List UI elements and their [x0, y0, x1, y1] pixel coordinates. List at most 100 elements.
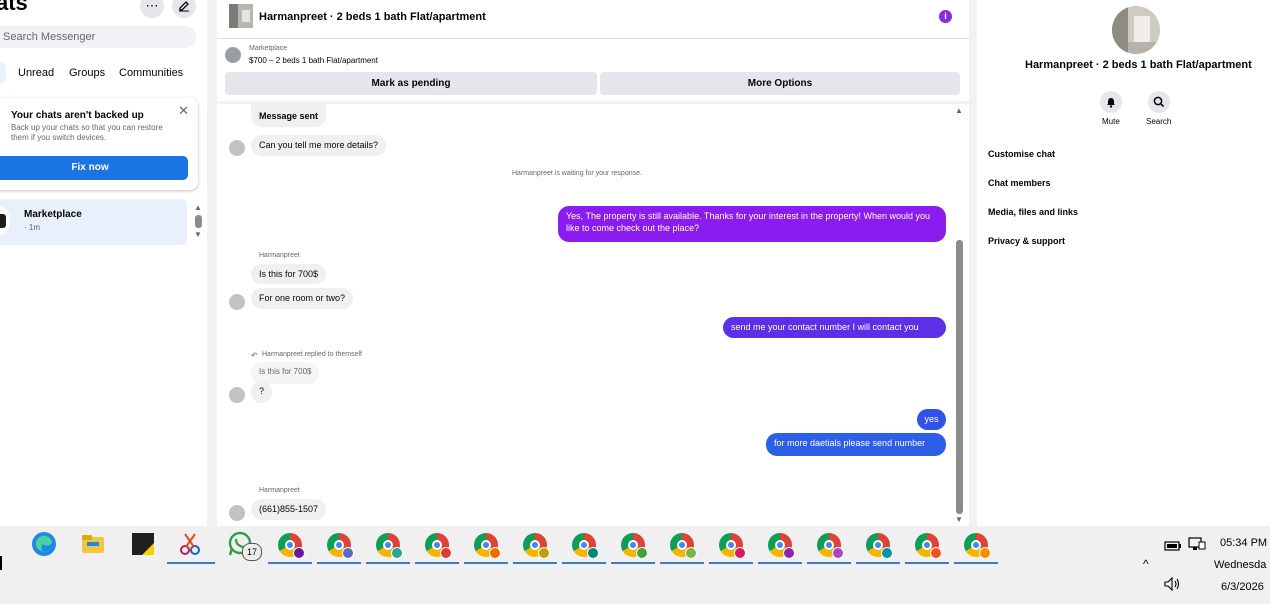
conversation-title[interactable]: Harmanpreet · 2 beds 1 bath Flat/apartme…: [259, 11, 486, 23]
avatar: [229, 294, 245, 310]
avatar: [229, 140, 245, 156]
chrome-icon[interactable]: [278, 533, 305, 559]
waiting-notice: Harmanpreet is waiting for your response…: [512, 170, 642, 177]
info-icon[interactable]: i: [939, 10, 952, 23]
chrome-icon[interactable]: [719, 533, 746, 559]
chrome-icon[interactable]: [621, 533, 648, 559]
marketplace-avatar-icon: [0, 207, 10, 235]
message-bubble-incoming[interactable]: Is this for 700$: [251, 264, 327, 284]
media-files-links-item[interactable]: Media, files and links: [988, 207, 1078, 217]
running-indicator: [464, 562, 508, 564]
mute-button[interactable]: [1100, 91, 1122, 113]
message-bubble-outgoing[interactable]: yes: [917, 409, 946, 430]
chrome-icon[interactable]: [523, 533, 550, 559]
listing-thumbnail[interactable]: [225, 47, 241, 63]
privacy-support-item[interactable]: Privacy & support: [988, 236, 1065, 246]
clock-day[interactable]: Wednesda: [1214, 559, 1266, 571]
listing-title[interactable]: $700 – 2 beds 1 bath Flat/apartment: [249, 56, 378, 65]
chrome-icon[interactable]: [474, 533, 501, 559]
clock-date[interactable]: 6/3/2026: [1221, 581, 1264, 593]
thread-divider: [217, 101, 969, 104]
sender-name: Harmanpreet: [259, 487, 300, 494]
filter-groups-tab[interactable]: Groups: [69, 67, 105, 79]
network-icon[interactable]: [1188, 537, 1206, 556]
backup-title: Your chats aren't backed up: [11, 110, 144, 121]
marketplace-label: Marketplace: [249, 45, 288, 52]
sticky-notes-icon[interactable]: [130, 531, 156, 557]
chrome-icon[interactable]: [572, 533, 599, 559]
mark-as-pending-button[interactable]: Mark as pending: [225, 72, 597, 95]
details-panel: [969, 0, 1270, 526]
header-avatar[interactable]: [229, 4, 253, 28]
chrome-icon[interactable]: [425, 533, 452, 559]
chrome-icon[interactable]: [915, 533, 942, 559]
customise-chat-item[interactable]: Customise chat: [988, 149, 1055, 159]
running-indicator: [268, 562, 312, 564]
chrome-icon[interactable]: [376, 533, 403, 559]
whatsapp-badge: 17: [242, 543, 262, 561]
message-bubble-outgoing[interactable]: for more daetials please send number: [766, 433, 946, 456]
chrome-icon[interactable]: [817, 533, 844, 559]
running-indicator: [709, 562, 753, 564]
running-indicator: [167, 562, 215, 564]
message-bubble-incoming[interactable]: ?: [251, 381, 273, 403]
clock-time[interactable]: 05:34 PM: [1220, 537, 1267, 549]
compose-icon: [179, 1, 189, 12]
chrome-icon[interactable]: [866, 533, 893, 559]
filter-communities-tab[interactable]: Communities: [119, 67, 183, 79]
more-dots-icon: ⋯: [145, 0, 159, 13]
new-message-button[interactable]: [172, 0, 196, 18]
reply-arrow-icon: ↶: [251, 351, 258, 360]
speaker-icon[interactable]: [1164, 576, 1182, 596]
running-indicator: [366, 562, 410, 564]
chrome-icon[interactable]: [768, 533, 795, 559]
more-options-button[interactable]: ⋯: [140, 0, 164, 18]
message-bubble-outgoing[interactable]: Yes, The property is still available. Th…: [558, 206, 946, 242]
chat-item-time: · 1m: [24, 223, 40, 232]
file-explorer-icon[interactable]: [80, 531, 106, 557]
running-indicator: [954, 562, 998, 564]
fix-now-button[interactable]: Fix now: [0, 156, 188, 180]
chat-members-item[interactable]: Chat members: [988, 178, 1051, 188]
sidebar-scroll-thumb[interactable]: [195, 215, 202, 228]
message-bubble-outgoing[interactable]: send me your contact number I will conta…: [723, 317, 946, 338]
start-edge[interactable]: [0, 556, 2, 570]
chrome-icon[interactable]: [964, 533, 991, 559]
chevron-up-icon[interactable]: ^: [1143, 557, 1149, 571]
reply-note: Harmanpreet replied to themself: [262, 351, 362, 358]
running-indicator: [513, 562, 557, 564]
contact-avatar[interactable]: [1112, 6, 1160, 54]
running-indicator: [317, 562, 361, 564]
more-options-listing-button[interactable]: More Options: [600, 72, 960, 95]
contact-name: Harmanpreet · 2 beds 1 bath Flat/apartme…: [1025, 59, 1252, 71]
running-indicator: [660, 562, 704, 564]
running-indicator: [807, 562, 851, 564]
running-indicator: [856, 562, 900, 564]
avatar: [229, 505, 245, 521]
chat-list-sidebar: ats ⋯ Search Messenger Unread Groups Com…: [0, 0, 207, 526]
edge-icon[interactable]: [31, 531, 57, 557]
message-bubble-incoming[interactable]: Can you tell me more details?: [251, 135, 387, 156]
snipping-tool-icon[interactable]: [177, 531, 203, 557]
message-bubble-incoming[interactable]: For one room or two?: [251, 288, 354, 309]
bell-icon: [1107, 98, 1115, 108]
scroll-up-arrow-icon[interactable]: ▲: [194, 203, 202, 212]
search-conversation-button[interactable]: [1148, 91, 1170, 113]
message-bubble-incoming[interactable]: Message sent: [251, 104, 327, 127]
chrome-icon[interactable]: [670, 533, 697, 559]
search-input[interactable]: Search Messenger: [0, 26, 196, 48]
chrome-icon[interactable]: [327, 533, 354, 559]
thread-scroll-thumb[interactable]: [956, 240, 963, 514]
message-bubble-incoming[interactable]: (661)855-1507: [251, 499, 327, 520]
close-icon[interactable]: ✕: [178, 103, 189, 119]
running-indicator: [905, 562, 949, 564]
scroll-down-arrow-icon[interactable]: ▼: [194, 230, 202, 239]
filter-all-tab[interactable]: [0, 62, 6, 84]
chats-title: ats: [0, 0, 28, 15]
battery-icon[interactable]: [1164, 538, 1182, 556]
sidebar-scrollbar[interactable]: ▲ ▼: [194, 203, 204, 239]
filter-unread-tab[interactable]: Unread: [18, 67, 54, 79]
scroll-down-arrow-icon[interactable]: ▼: [955, 515, 963, 524]
chat-list-item[interactable]: Marketplace · 1m: [0, 199, 187, 245]
scroll-up-arrow-icon[interactable]: ▲: [955, 106, 963, 115]
